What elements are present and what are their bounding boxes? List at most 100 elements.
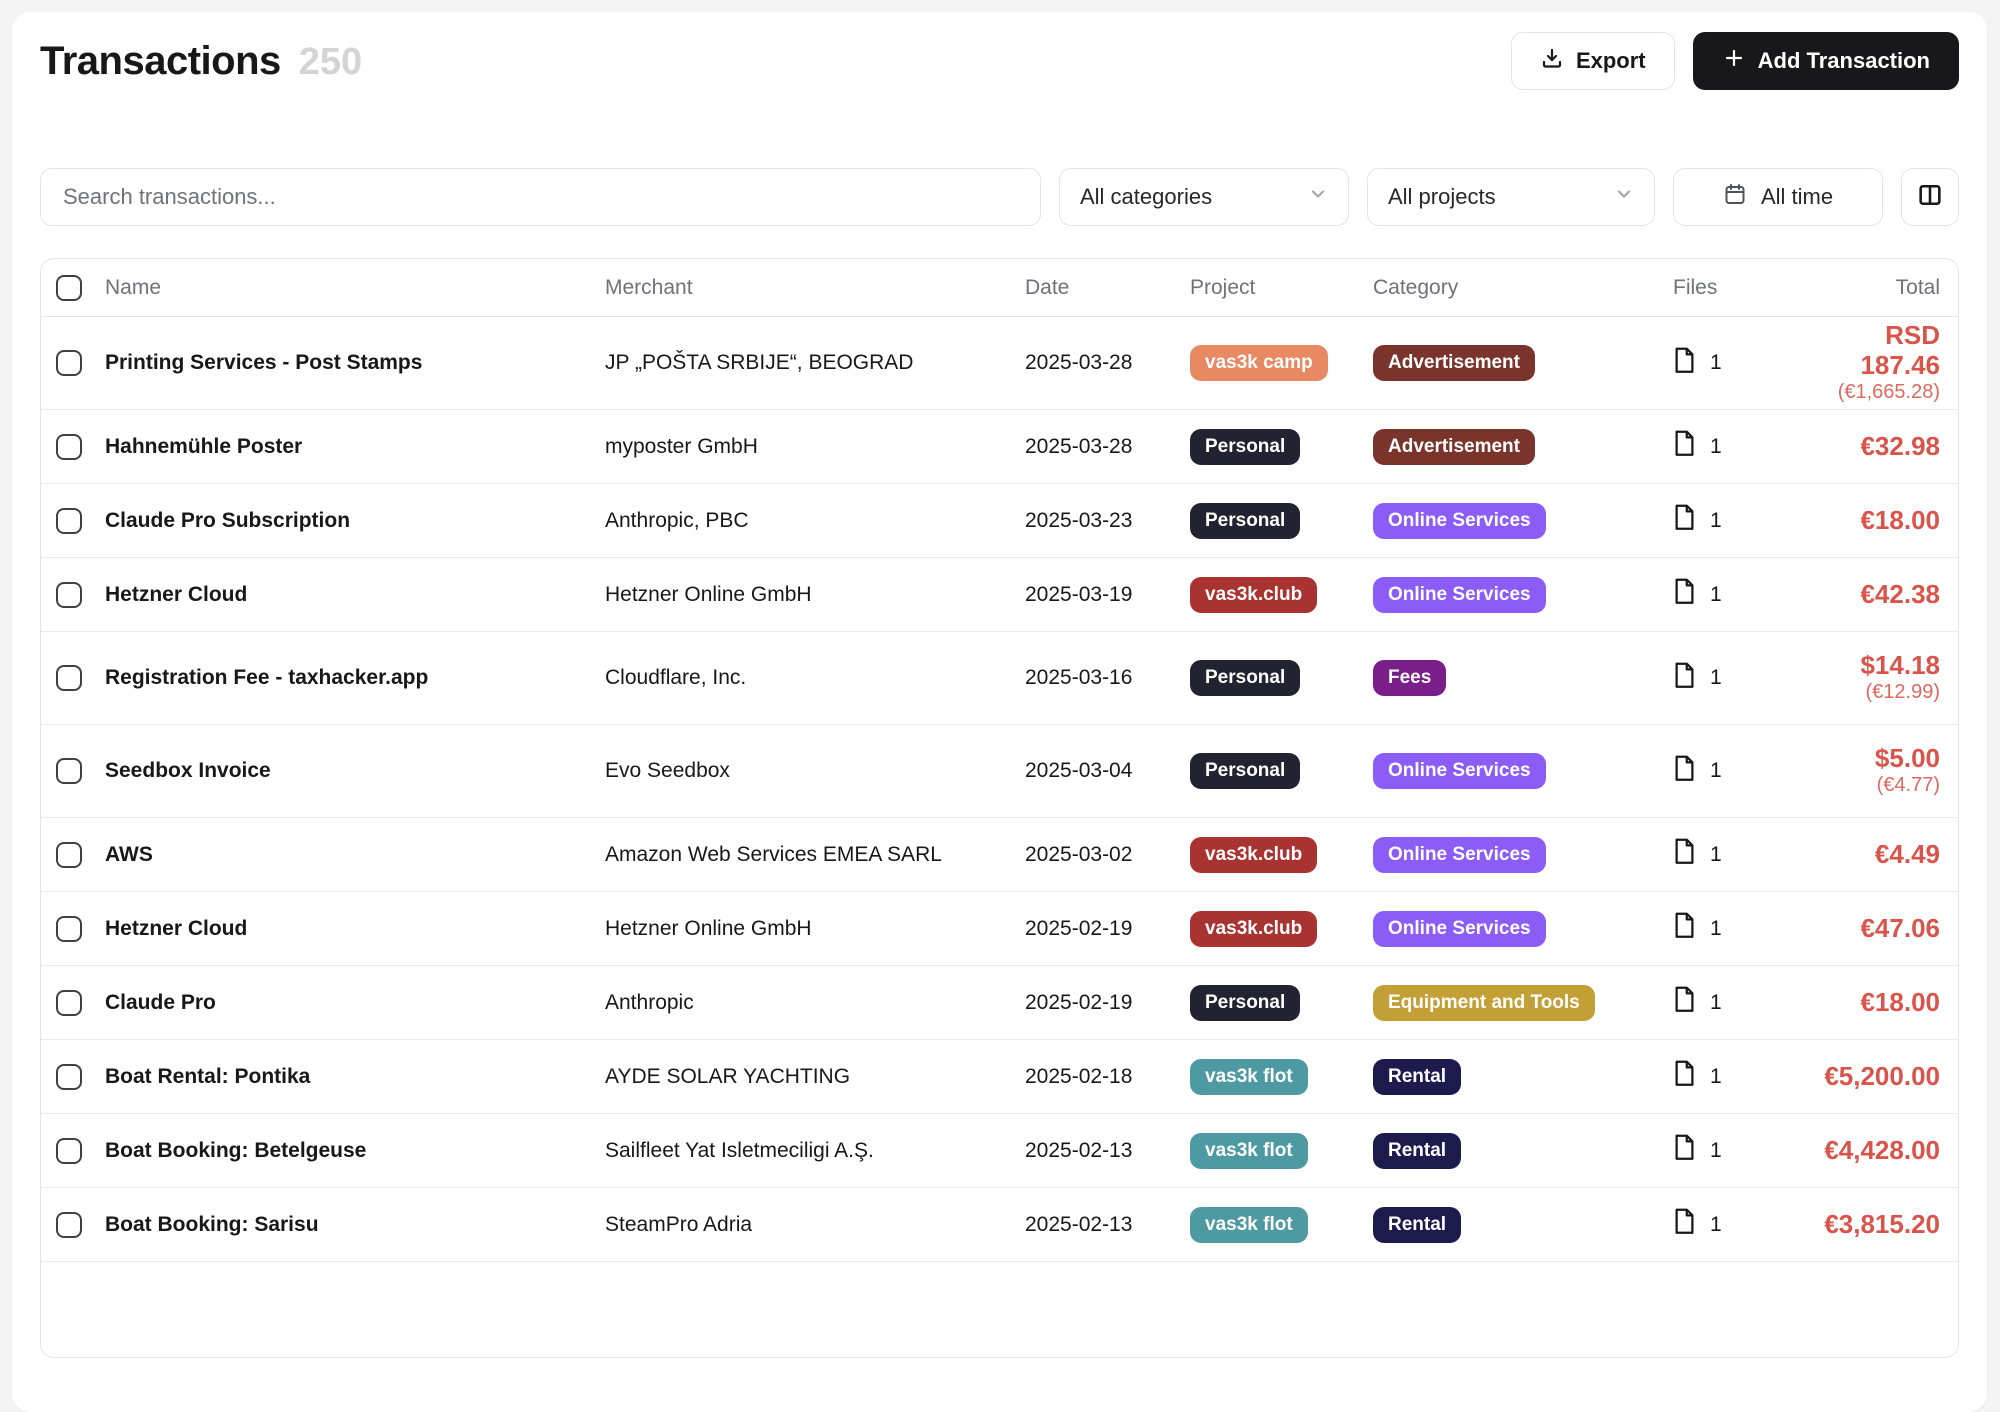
file-count: 1 xyxy=(1710,991,1722,1015)
file-icon xyxy=(1673,662,1696,695)
table-row[interactable]: Hetzner Cloud Hetzner Online GmbH 2025-0… xyxy=(41,558,1958,632)
row-checkbox[interactable] xyxy=(56,842,82,868)
project-badge[interactable]: vas3k flot xyxy=(1190,1207,1308,1243)
project-badge[interactable]: vas3k.club xyxy=(1190,911,1317,947)
transaction-name: Boat Booking: Sarisu xyxy=(105,1213,605,1237)
row-checkbox[interactable] xyxy=(56,350,82,376)
project-badge[interactable]: Personal xyxy=(1190,753,1300,789)
search-input[interactable] xyxy=(40,168,1041,226)
project-badge[interactable]: vas3k flot xyxy=(1190,1133,1308,1169)
transaction-merchant: Anthropic, PBC xyxy=(605,509,1025,533)
category-badge[interactable]: Rental xyxy=(1373,1207,1461,1243)
file-count: 1 xyxy=(1710,759,1722,783)
file-count: 1 xyxy=(1710,1213,1722,1237)
export-button[interactable]: Export xyxy=(1511,32,1675,90)
file-count: 1 xyxy=(1710,1065,1722,1089)
transaction-date: 2025-02-18 xyxy=(1025,1065,1190,1089)
file-count: 1 xyxy=(1710,843,1722,867)
row-checkbox[interactable] xyxy=(56,1138,82,1164)
category-badge[interactable]: Advertisement xyxy=(1373,345,1535,381)
table-row[interactable]: Claude Pro Anthropic 2025-02-19 Personal… xyxy=(41,966,1958,1040)
category-badge[interactable]: Equipment and Tools xyxy=(1373,985,1595,1021)
category-badge[interactable]: Rental xyxy=(1373,1059,1461,1095)
chevron-down-icon xyxy=(1308,184,1328,210)
table-row[interactable]: Claude Pro Subscription Anthropic, PBC 2… xyxy=(41,484,1958,558)
table-row[interactable]: Boat Rental: Pontika AYDE SOLAR YACHTING… xyxy=(41,1040,1958,1114)
project-badge[interactable]: vas3k flot xyxy=(1190,1059,1308,1095)
category-badge[interactable]: Online Services xyxy=(1373,753,1546,789)
transaction-total: €4,428.00 xyxy=(1803,1136,1940,1166)
table-row[interactable]: Seedbox Invoice Evo Seedbox 2025-03-04 P… xyxy=(41,725,1958,818)
chevron-down-icon xyxy=(1614,184,1634,210)
transaction-date: 2025-02-19 xyxy=(1025,917,1190,941)
project-badge[interactable]: vas3k.club xyxy=(1190,577,1317,613)
table-row[interactable]: Boat Booking: Betelgeuse Sailfleet Yat I… xyxy=(41,1114,1958,1188)
column-header-date[interactable]: Date xyxy=(1025,276,1190,300)
project-badge[interactable]: vas3k camp xyxy=(1190,345,1328,381)
column-header-files[interactable]: Files xyxy=(1673,276,1803,300)
category-badge[interactable]: Online Services xyxy=(1373,577,1546,613)
file-count: 1 xyxy=(1710,1139,1722,1163)
transaction-name: Hahnemühle Poster xyxy=(105,435,605,459)
filters-bar: All categories All projects All time xyxy=(40,168,1959,226)
plus-icon xyxy=(1722,46,1746,76)
project-badge[interactable]: Personal xyxy=(1190,985,1300,1021)
row-checkbox[interactable] xyxy=(56,990,82,1016)
row-checkbox[interactable] xyxy=(56,434,82,460)
transaction-total: €3,815.20 xyxy=(1803,1210,1940,1240)
file-icon xyxy=(1673,578,1696,611)
table-row[interactable]: Hetzner Cloud Hetzner Online GmbH 2025-0… xyxy=(41,892,1958,966)
transaction-merchant: Cloudflare, Inc. xyxy=(605,666,1025,690)
transaction-merchant: Hetzner Online GmbH xyxy=(605,583,1025,607)
row-checkbox[interactable] xyxy=(56,1212,82,1238)
transaction-merchant: SteamPro Adria xyxy=(605,1213,1025,1237)
column-header-total[interactable]: Total xyxy=(1803,276,1940,300)
time-filter[interactable]: All time xyxy=(1673,168,1883,226)
project-badge[interactable]: Personal xyxy=(1190,429,1300,465)
table-row[interactable]: Hahnemühle Poster myposter GmbH 2025-03-… xyxy=(41,410,1958,484)
row-checkbox[interactable] xyxy=(56,758,82,784)
categories-filter-value: All categories xyxy=(1080,184,1212,210)
row-checkbox[interactable] xyxy=(56,1064,82,1090)
project-badge[interactable]: Personal xyxy=(1190,660,1300,696)
row-checkbox[interactable] xyxy=(56,916,82,942)
project-badge[interactable]: vas3k.club xyxy=(1190,837,1317,873)
table-row[interactable]: AWS Amazon Web Services EMEA SARL 2025-0… xyxy=(41,818,1958,892)
view-toggle-button[interactable] xyxy=(1901,168,1959,226)
columns-icon xyxy=(1916,181,1944,214)
row-checkbox[interactable] xyxy=(56,582,82,608)
column-header-project[interactable]: Project xyxy=(1190,276,1373,300)
transaction-total-converted: (€12.99) xyxy=(1803,680,1940,705)
category-badge[interactable]: Online Services xyxy=(1373,911,1546,947)
transactions-table: Name Merchant Date Project Category File… xyxy=(40,258,1959,1358)
row-checkbox[interactable] xyxy=(56,508,82,534)
file-icon xyxy=(1673,838,1696,871)
transaction-merchant: JP „POŠTA SRBIJE“, BEOGRAD xyxy=(605,351,1025,375)
category-badge[interactable]: Online Services xyxy=(1373,503,1546,539)
file-count: 1 xyxy=(1710,666,1722,690)
select-all-checkbox[interactable] xyxy=(56,275,82,301)
column-header-name[interactable]: Name xyxy=(105,276,605,300)
column-header-category[interactable]: Category xyxy=(1373,276,1673,300)
transaction-merchant: Amazon Web Services EMEA SARL xyxy=(605,843,1025,867)
file-count: 1 xyxy=(1710,351,1722,375)
table-row[interactable]: Printing Services - Post Stamps JP „POŠT… xyxy=(41,317,1958,410)
categories-filter[interactable]: All categories xyxy=(1059,168,1349,226)
category-badge[interactable]: Rental xyxy=(1373,1133,1461,1169)
transaction-merchant: Anthropic xyxy=(605,991,1025,1015)
table-row[interactable]: Registration Fee - taxhacker.app Cloudfl… xyxy=(41,632,1958,725)
column-header-merchant[interactable]: Merchant xyxy=(605,276,1025,300)
category-badge[interactable]: Fees xyxy=(1373,660,1446,696)
table-row[interactable]: Boat Booking: Sarisu SteamPro Adria 2025… xyxy=(41,1188,1958,1262)
category-badge[interactable]: Advertisement xyxy=(1373,429,1535,465)
projects-filter[interactable]: All projects xyxy=(1367,168,1655,226)
transaction-name: Claude Pro xyxy=(105,991,605,1015)
category-badge[interactable]: Online Services xyxy=(1373,837,1546,873)
page-title: Transactions xyxy=(40,39,281,84)
transaction-total: €4.49 xyxy=(1803,840,1940,870)
project-badge[interactable]: Personal xyxy=(1190,503,1300,539)
add-transaction-button[interactable]: Add Transaction xyxy=(1693,32,1959,90)
transaction-date: 2025-03-28 xyxy=(1025,351,1190,375)
transaction-name: Boat Rental: Pontika xyxy=(105,1065,605,1089)
row-checkbox[interactable] xyxy=(56,665,82,691)
